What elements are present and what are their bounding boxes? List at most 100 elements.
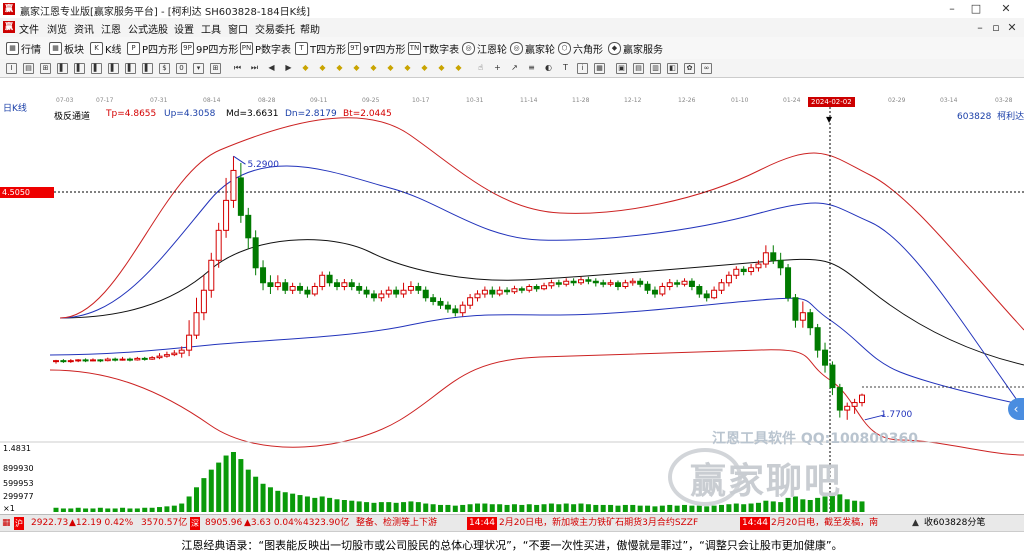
candle-body xyxy=(119,358,126,361)
candle-body xyxy=(629,280,636,284)
volume-bar xyxy=(238,459,244,512)
volume-label-unit: ×1 xyxy=(3,504,15,513)
volume-bar xyxy=(105,508,111,512)
candle-body xyxy=(348,282,355,287)
volume-bar xyxy=(75,507,81,512)
watermark-text: 江恩工具软件 QQ:100800360 xyxy=(712,431,918,447)
candle-body xyxy=(659,286,666,295)
sh-badge-icon: 沪 xyxy=(14,517,24,530)
high-pointer-line xyxy=(233,155,246,165)
candle-body xyxy=(326,274,333,284)
candle-body xyxy=(149,357,156,360)
sh-change: ▲12.19 0.42% xyxy=(69,518,134,528)
candle-body xyxy=(297,286,304,291)
news-headline-2[interactable]: 2月20日电，截至发稿，南 xyxy=(771,517,878,530)
volume-bar xyxy=(193,487,199,512)
candle-body xyxy=(526,286,533,291)
candle-body xyxy=(844,405,851,411)
volume-bar xyxy=(423,503,429,512)
candle-body xyxy=(134,357,141,361)
news-alert[interactable]: 整备、检测等上下游 xyxy=(356,517,437,530)
candle-body xyxy=(674,282,681,285)
candle-body xyxy=(570,280,577,284)
chart-mode-icon: ▲ xyxy=(912,518,919,528)
tick-record-label[interactable]: 收603828分笔 xyxy=(924,517,985,530)
volume-bar xyxy=(216,462,222,512)
candle-body xyxy=(688,280,695,288)
candle-body xyxy=(459,304,466,314)
candle-body xyxy=(614,282,621,287)
candle-body xyxy=(703,293,710,299)
volume-bar xyxy=(733,503,739,512)
sz-index[interactable]: 8905.96 xyxy=(205,517,242,530)
volume-bar xyxy=(852,500,858,512)
volume-bar xyxy=(90,508,96,512)
price-tag: 4.5050 xyxy=(0,187,54,198)
volume-bar xyxy=(97,507,103,512)
volume-bar xyxy=(171,505,177,512)
candle-body xyxy=(97,359,104,362)
candle-body xyxy=(400,289,407,295)
volume-label-3: 299977 xyxy=(3,492,34,501)
candle-body xyxy=(245,214,252,239)
candle-body xyxy=(533,286,540,290)
volume-bar xyxy=(290,493,296,512)
volume-bar xyxy=(53,507,59,512)
candle-body xyxy=(467,297,474,306)
volume-bar xyxy=(223,455,229,512)
candle-body xyxy=(437,300,444,306)
date-marker-arrow-icon: ▼ xyxy=(826,115,833,124)
candle-body xyxy=(126,358,133,361)
candle-body xyxy=(163,354,170,357)
candle-body xyxy=(319,274,326,287)
gann-quote: 江恩经典语录：“图表能反映出一切股市或公司股民的总体心理状况”，“不要一次性买进… xyxy=(181,539,843,552)
volume-bar xyxy=(474,503,480,512)
volume-bar xyxy=(704,506,710,512)
volume-bar xyxy=(593,504,599,512)
news-time-1: 14:44 xyxy=(467,517,497,530)
volume-bar xyxy=(460,504,466,512)
candle-body xyxy=(89,359,96,362)
candle-body xyxy=(792,297,799,321)
candle-body xyxy=(637,280,644,285)
volume-bar xyxy=(186,496,192,512)
candle-body xyxy=(600,282,607,285)
volume-bar xyxy=(504,504,510,512)
volume-bar xyxy=(312,497,318,512)
volume-bar xyxy=(844,499,850,512)
candle-body xyxy=(193,312,200,336)
volume-bar xyxy=(563,503,569,512)
volume-bar xyxy=(630,504,636,512)
volume-bar xyxy=(83,508,89,512)
sh-index[interactable]: 2922.73 xyxy=(31,517,68,530)
candle-body xyxy=(607,282,614,285)
candle-body xyxy=(644,283,651,291)
candle-body xyxy=(141,357,148,360)
volume-bar xyxy=(519,504,525,512)
candle-body xyxy=(208,259,215,291)
candle-body xyxy=(252,237,259,269)
volume-bar xyxy=(230,452,236,512)
candle-body xyxy=(592,280,599,284)
candle-body xyxy=(363,289,370,295)
news-headline-1[interactable]: 2月20日电，新加坡主力铁矿石期货3月合约SZZF xyxy=(499,517,698,530)
volume-bar xyxy=(682,504,688,512)
candle-body xyxy=(267,282,274,287)
candle-body xyxy=(822,349,829,366)
volume-bar xyxy=(674,505,680,512)
candle-body xyxy=(104,358,111,362)
volume-bar xyxy=(667,504,673,512)
candle-body xyxy=(422,289,429,299)
volume-bar xyxy=(511,504,517,512)
side-expand-button[interactable]: ‹ xyxy=(1008,398,1024,420)
volume-bar xyxy=(275,490,281,512)
candle-body xyxy=(518,288,525,291)
volume-bar xyxy=(364,502,370,512)
volume-bar xyxy=(208,469,214,512)
volume-bar xyxy=(608,504,614,512)
candle-body xyxy=(393,289,400,295)
candle-body xyxy=(740,268,747,273)
status-bar: ▦ 沪 2922.73 ▲12.19 0.42% 3570.57亿 深 8905… xyxy=(0,514,1024,532)
volume-bar xyxy=(201,478,207,512)
candle-body xyxy=(370,293,377,299)
